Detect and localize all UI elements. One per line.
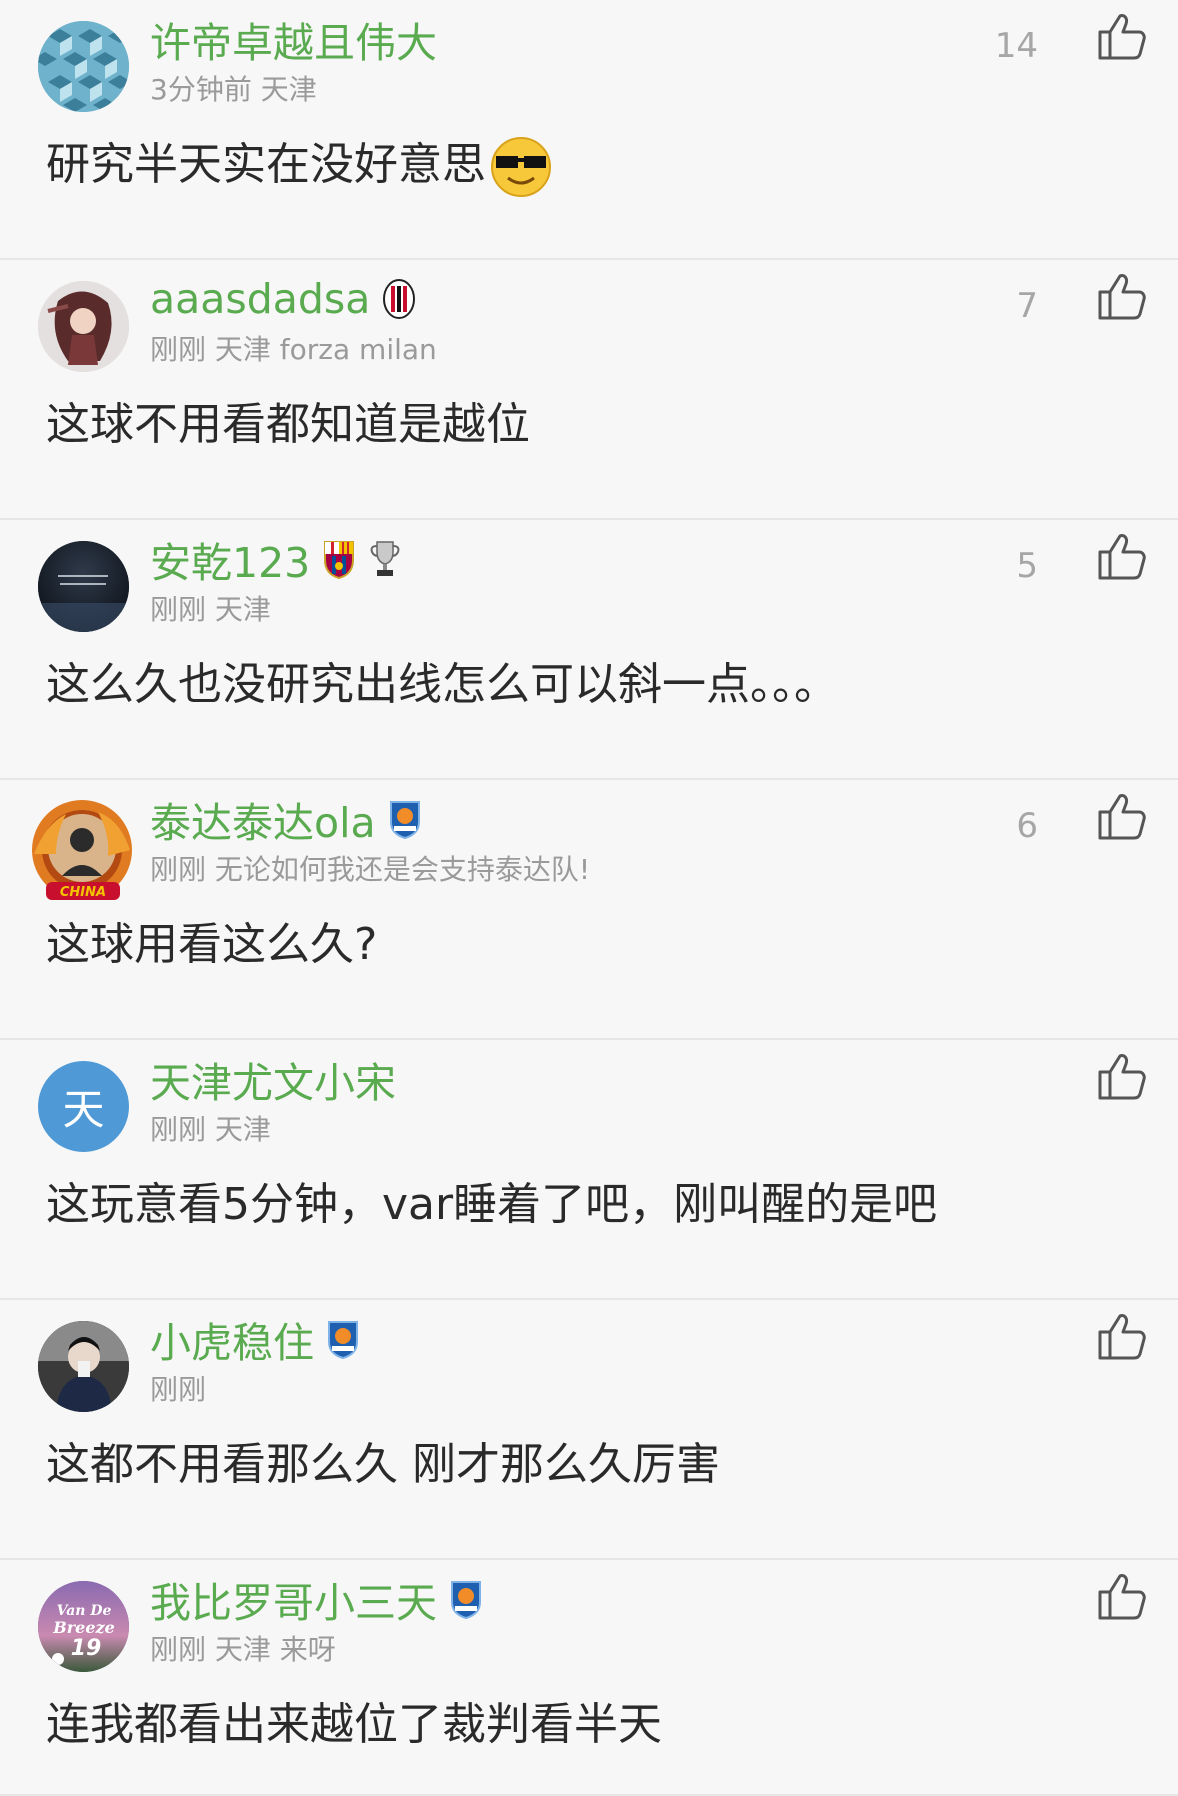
comment-text-content: 研究半天实在没好意思 [46,139,486,190]
avatar[interactable]: CHINA [26,794,138,906]
comment-item: CHINA 泰达泰达ola 刚刚 无论如何我还是会支持泰达队! 6 这球用看这么… [0,780,1178,1040]
teda-badge-icon [328,1321,358,1360]
comment-meta: 刚刚 天津 来呀 [150,1633,336,1666]
thumbs-up-icon[interactable] [1094,1570,1148,1624]
username[interactable]: 泰达泰达ola [150,789,376,849]
ac-milan-badge-icon [383,279,416,319]
username[interactable]: aaasdadsa [150,275,370,323]
svg-text:CHINA: CHINA [60,885,106,900]
comment-text: 这都不用看那么久 刚才那么久厉害 [46,1439,720,1490]
comment-text: 这玩意看5分钟，var睡着了吧，刚叫醒的是吧 [46,1179,938,1230]
avatar[interactable] [38,1321,129,1412]
username[interactable]: 许帝卓越且伟大 [150,9,437,69]
comment-meta: 刚刚 [150,1373,207,1406]
teda-badge-icon [451,1581,481,1620]
comment-text: 研究半天实在没好意思 [46,128,554,200]
avatar[interactable]: 天 [38,1061,129,1152]
trophy-badge-icon [370,541,400,576]
comment-meta: 刚刚 天津 [150,593,271,626]
comment-item: 许帝卓越且伟大 3分钟前 天津 14 研究半天实在没好意思 [0,0,1178,260]
like-count: 5 [1016,546,1038,586]
name-row: 我比罗哥小三天 [150,1568,483,1630]
comment-item: 天 天津尤文小宋 刚刚 天津 这玩意看5分钟，var睡着了吧，刚叫醒的是吧 [0,1040,1178,1300]
name-row: 安乾123 [150,528,402,590]
comment-item: 安乾123 刚刚 天津 5 这么久也没研究出线怎么可以斜一点。。。 [0,520,1178,780]
thumbs-up-icon[interactable] [1094,10,1148,64]
avatar[interactable] [38,281,129,372]
comment-item: 小虎稳住 刚刚 这都不用看那么久 刚才那么久厉害 [0,1300,1178,1560]
name-row: 天津尤文小宋 [150,1048,396,1110]
name-row: 小虎稳住 [150,1308,360,1370]
like-count: 14 [994,26,1038,66]
thumbs-up-icon[interactable] [1094,1050,1148,1104]
thumbs-up-icon[interactable] [1094,790,1148,844]
avatar[interactable] [38,21,129,112]
comment-meta: 刚刚 天津 [150,1113,271,1146]
username[interactable]: 安乾123 [150,529,310,589]
comment-item: Van De Breeze 19 我比罗哥小三天 刚刚 天津 来呀 连我都看出来… [0,1560,1178,1796]
sunglasses-smiley-icon [491,137,551,197]
svg-text:Breeze: Breeze [52,1618,115,1637]
name-row: 许帝卓越且伟大 [150,8,437,70]
thumbs-up-icon[interactable] [1094,1310,1148,1364]
comment-text: 这球不用看都知道是越位 [46,399,530,450]
thumbs-up-icon[interactable] [1094,270,1148,324]
name-row: aaasdadsa [150,268,416,330]
comment-text: 连我都看出来越位了裁判看半天 [46,1699,662,1750]
username[interactable]: 天津尤文小宋 [150,1049,396,1109]
comment-text: 这么久也没研究出线怎么可以斜一点。。。 [46,659,838,710]
avatar-letter: 天 [62,1085,105,1134]
svg-text:Van De: Van De [57,1603,112,1619]
name-row: 泰达泰达ola [150,788,422,850]
thumbs-up-icon[interactable] [1094,530,1148,584]
avatar[interactable]: Van De Breeze 19 [38,1581,129,1672]
username[interactable]: 我比罗哥小三天 [150,1569,437,1629]
avatar[interactable] [38,541,129,632]
comment-item: aaasdadsa 刚刚 天津 forza milan 7 这球不用看都知道是越… [0,260,1178,520]
barcelona-badge-icon [324,541,355,580]
like-count: 6 [1016,806,1038,846]
comment-meta: 3分钟前 天津 [150,73,317,106]
comment-meta: 刚刚 无论如何我还是会支持泰达队! [150,853,591,886]
svg-text:19: 19 [71,1636,102,1661]
comment-meta: 刚刚 天津 forza milan [150,333,437,366]
teda-badge-icon [389,801,420,840]
comment-text: 这球用看这么久? [46,919,378,970]
username[interactable]: 小虎稳住 [150,1309,314,1369]
like-count: 7 [1016,286,1038,326]
